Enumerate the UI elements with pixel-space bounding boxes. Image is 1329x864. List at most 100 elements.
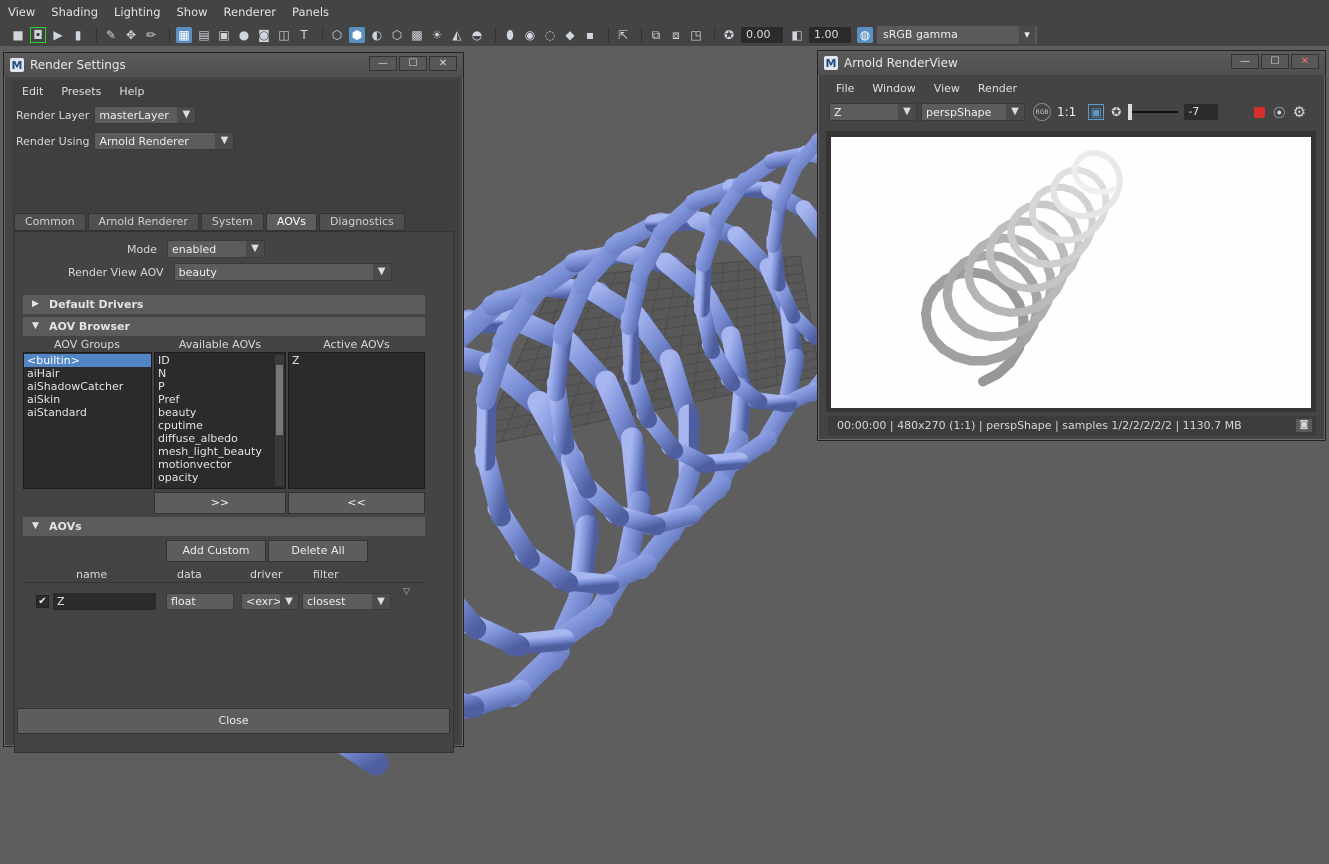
menu-panels[interactable]: Panels bbox=[292, 5, 329, 19]
view-transform-dropdown[interactable]: sRGB gamma bbox=[877, 26, 1037, 44]
aov-name-field[interactable]: Z bbox=[53, 593, 156, 610]
resolution-gate-icon[interactable]: ▣ bbox=[216, 27, 232, 43]
film-gate-icon[interactable]: ▤ bbox=[196, 27, 212, 43]
aov-filter-dropdown[interactable]: closest ▼ bbox=[302, 593, 391, 610]
aov-dropdown[interactable]: Z ▼ bbox=[829, 103, 917, 121]
close-window-button[interactable]: ✕ bbox=[429, 56, 457, 71]
render-settings-titlebar[interactable]: M Render Settings — ☐ ✕ bbox=[4, 53, 463, 77]
menu-shading[interactable]: Shading bbox=[51, 5, 98, 19]
close-button[interactable]: Close bbox=[17, 708, 450, 734]
exposure-slider[interactable] bbox=[1128, 104, 1179, 120]
minimize-button[interactable]: — bbox=[369, 56, 397, 71]
grid-icon[interactable]: ▦ bbox=[176, 27, 192, 43]
motion-blur-icon[interactable]: ⬮ bbox=[502, 27, 518, 43]
list-item[interactable]: cputime bbox=[155, 419, 285, 432]
aov-groups-list[interactable]: <builtin> aiHair aiShadowCatcher aiSkin … bbox=[23, 352, 152, 489]
snapshot-camera-icon[interactable]: ◙ bbox=[1296, 419, 1312, 432]
list-item[interactable]: Z bbox=[289, 354, 424, 367]
scrollbar[interactable] bbox=[275, 355, 284, 486]
grease-pencil-icon[interactable]: ✏ bbox=[143, 27, 159, 43]
gamma-icon[interactable]: ◧ bbox=[789, 27, 805, 43]
add-custom-button[interactable]: Add Custom bbox=[166, 540, 266, 562]
menu-help[interactable]: Help bbox=[119, 85, 144, 98]
exposure-icon[interactable]: ✪ bbox=[1108, 104, 1124, 120]
tab-arnold-renderer[interactable]: Arnold Renderer bbox=[87, 213, 199, 231]
exposure-icon[interactable]: ✪ bbox=[721, 27, 737, 43]
lights-icon[interactable]: ☀ bbox=[429, 27, 445, 43]
list-item[interactable]: <builtin> bbox=[24, 354, 151, 367]
camera-dropdown[interactable]: perspShape ▼ bbox=[921, 103, 1025, 121]
depth-of-field-icon[interactable]: ◌ bbox=[542, 27, 558, 43]
list-item[interactable]: aiStandard bbox=[24, 406, 151, 419]
isolate-icon[interactable]: ◆ bbox=[562, 27, 578, 43]
renderview-titlebar[interactable]: M Arnold RenderView — ☐ ✕ bbox=[818, 51, 1325, 75]
list-item[interactable]: aiShadowCatcher bbox=[24, 380, 151, 393]
camera-attributes-icon[interactable]: ▶ bbox=[50, 27, 66, 43]
tab-aovs[interactable]: AOVs bbox=[265, 213, 317, 231]
image-plane-icon[interactable]: ✎ bbox=[103, 27, 119, 43]
crop-region-icon[interactable]: ▣ bbox=[1088, 104, 1105, 120]
default-drivers-section[interactable]: ▶ Default Drivers bbox=[23, 295, 425, 314]
gate-mask-icon[interactable]: ● bbox=[236, 27, 252, 43]
settings-gear-icon[interactable]: ⚙ bbox=[1291, 103, 1307, 121]
two-sided-lighting-icon[interactable]: ⧉ bbox=[648, 27, 664, 43]
hud-icon[interactable]: ◳ bbox=[688, 27, 704, 43]
xray-icon[interactable]: ▪ bbox=[582, 27, 598, 43]
tab-diagnostics[interactable]: Diagnostics bbox=[318, 213, 405, 231]
aovs-section[interactable]: ▼ AOVs bbox=[23, 517, 425, 536]
available-aovs-list[interactable]: ID N P Pref beauty cputime diffuse_albed… bbox=[154, 352, 286, 489]
ipr-icon[interactable]: ⦿ bbox=[1271, 104, 1287, 120]
maximize-button[interactable]: ☐ bbox=[399, 56, 427, 71]
aov-browser-section[interactable]: ▼ AOV Browser bbox=[23, 317, 425, 336]
rgb-channel-icon[interactable]: RGB bbox=[1033, 103, 1051, 121]
list-item[interactable]: opacity bbox=[155, 471, 285, 484]
delete-all-button[interactable]: Delete All bbox=[268, 540, 368, 562]
wireframe-icon[interactable]: ⬡ bbox=[329, 27, 345, 43]
exposure-field[interactable]: 0.00 bbox=[741, 27, 783, 43]
menu-lighting[interactable]: Lighting bbox=[114, 5, 160, 19]
menu-view[interactable]: View bbox=[934, 82, 960, 95]
mode-dropdown[interactable]: enabled ▼ bbox=[166, 240, 265, 258]
menu-render[interactable]: Render bbox=[978, 82, 1017, 95]
render-image[interactable] bbox=[831, 137, 1311, 408]
bookmark-icon[interactable]: ▮ bbox=[70, 27, 86, 43]
close-window-button[interactable]: ✕ bbox=[1291, 54, 1319, 69]
safe-title-icon[interactable]: T bbox=[296, 27, 312, 43]
minimize-button[interactable]: — bbox=[1231, 54, 1259, 69]
color-management-icon[interactable]: ◍ bbox=[857, 27, 873, 43]
shadows-icon[interactable]: ◭ bbox=[449, 27, 465, 43]
render-layer-dropdown[interactable]: masterLayer ▼ bbox=[94, 106, 197, 124]
smooth-shade-icon[interactable]: ⬢ bbox=[349, 27, 365, 43]
wireframe-on-shaded-icon[interactable]: ⬡ bbox=[389, 27, 405, 43]
aov-enabled-checkbox[interactable]: ✔ bbox=[36, 595, 49, 608]
active-aovs-list[interactable]: Z bbox=[288, 352, 425, 489]
scroll-thumb[interactable] bbox=[276, 365, 283, 435]
backface-icon[interactable]: ⧈ bbox=[668, 27, 684, 43]
render-view-aov-dropdown[interactable]: beauty ▼ bbox=[173, 263, 392, 281]
exposure-field[interactable]: -7 bbox=[1184, 104, 1219, 120]
slider-handle[interactable] bbox=[1128, 104, 1133, 120]
list-item[interactable]: ID bbox=[155, 354, 285, 367]
remove-aov-button[interactable]: << bbox=[288, 492, 425, 514]
anti-aliasing-icon[interactable]: ◉ bbox=[522, 27, 538, 43]
menu-show[interactable]: Show bbox=[177, 5, 208, 19]
list-item[interactable]: Pref bbox=[155, 393, 285, 406]
menu-window[interactable]: Window bbox=[872, 82, 915, 95]
lock-camera-icon[interactable]: ◘ bbox=[30, 27, 46, 43]
add-aov-button[interactable]: >> bbox=[154, 492, 286, 514]
safe-action-icon[interactable]: ◫ bbox=[276, 27, 292, 43]
list-item[interactable]: diffuse_albedo bbox=[155, 432, 285, 445]
ambient-occlusion-icon[interactable]: ◓ bbox=[469, 27, 485, 43]
list-item[interactable]: aiHair bbox=[24, 367, 151, 380]
pan-zoom-icon[interactable]: ✥ bbox=[123, 27, 139, 43]
menu-edit[interactable]: Edit bbox=[22, 85, 43, 98]
select-camera-icon[interactable]: ⇱ bbox=[615, 27, 631, 43]
render-using-dropdown[interactable]: Arnold Renderer ▼ bbox=[94, 132, 235, 150]
zoom-ratio-label[interactable]: 1:1 bbox=[1057, 105, 1076, 119]
list-item[interactable]: P bbox=[155, 380, 285, 393]
camera-icon[interactable]: ■ bbox=[10, 27, 26, 43]
stop-render-icon[interactable] bbox=[1254, 106, 1266, 118]
aov-data-field[interactable]: float bbox=[166, 593, 234, 610]
menu-presets[interactable]: Presets bbox=[61, 85, 101, 98]
field-chart-icon[interactable]: ◙ bbox=[256, 27, 272, 43]
